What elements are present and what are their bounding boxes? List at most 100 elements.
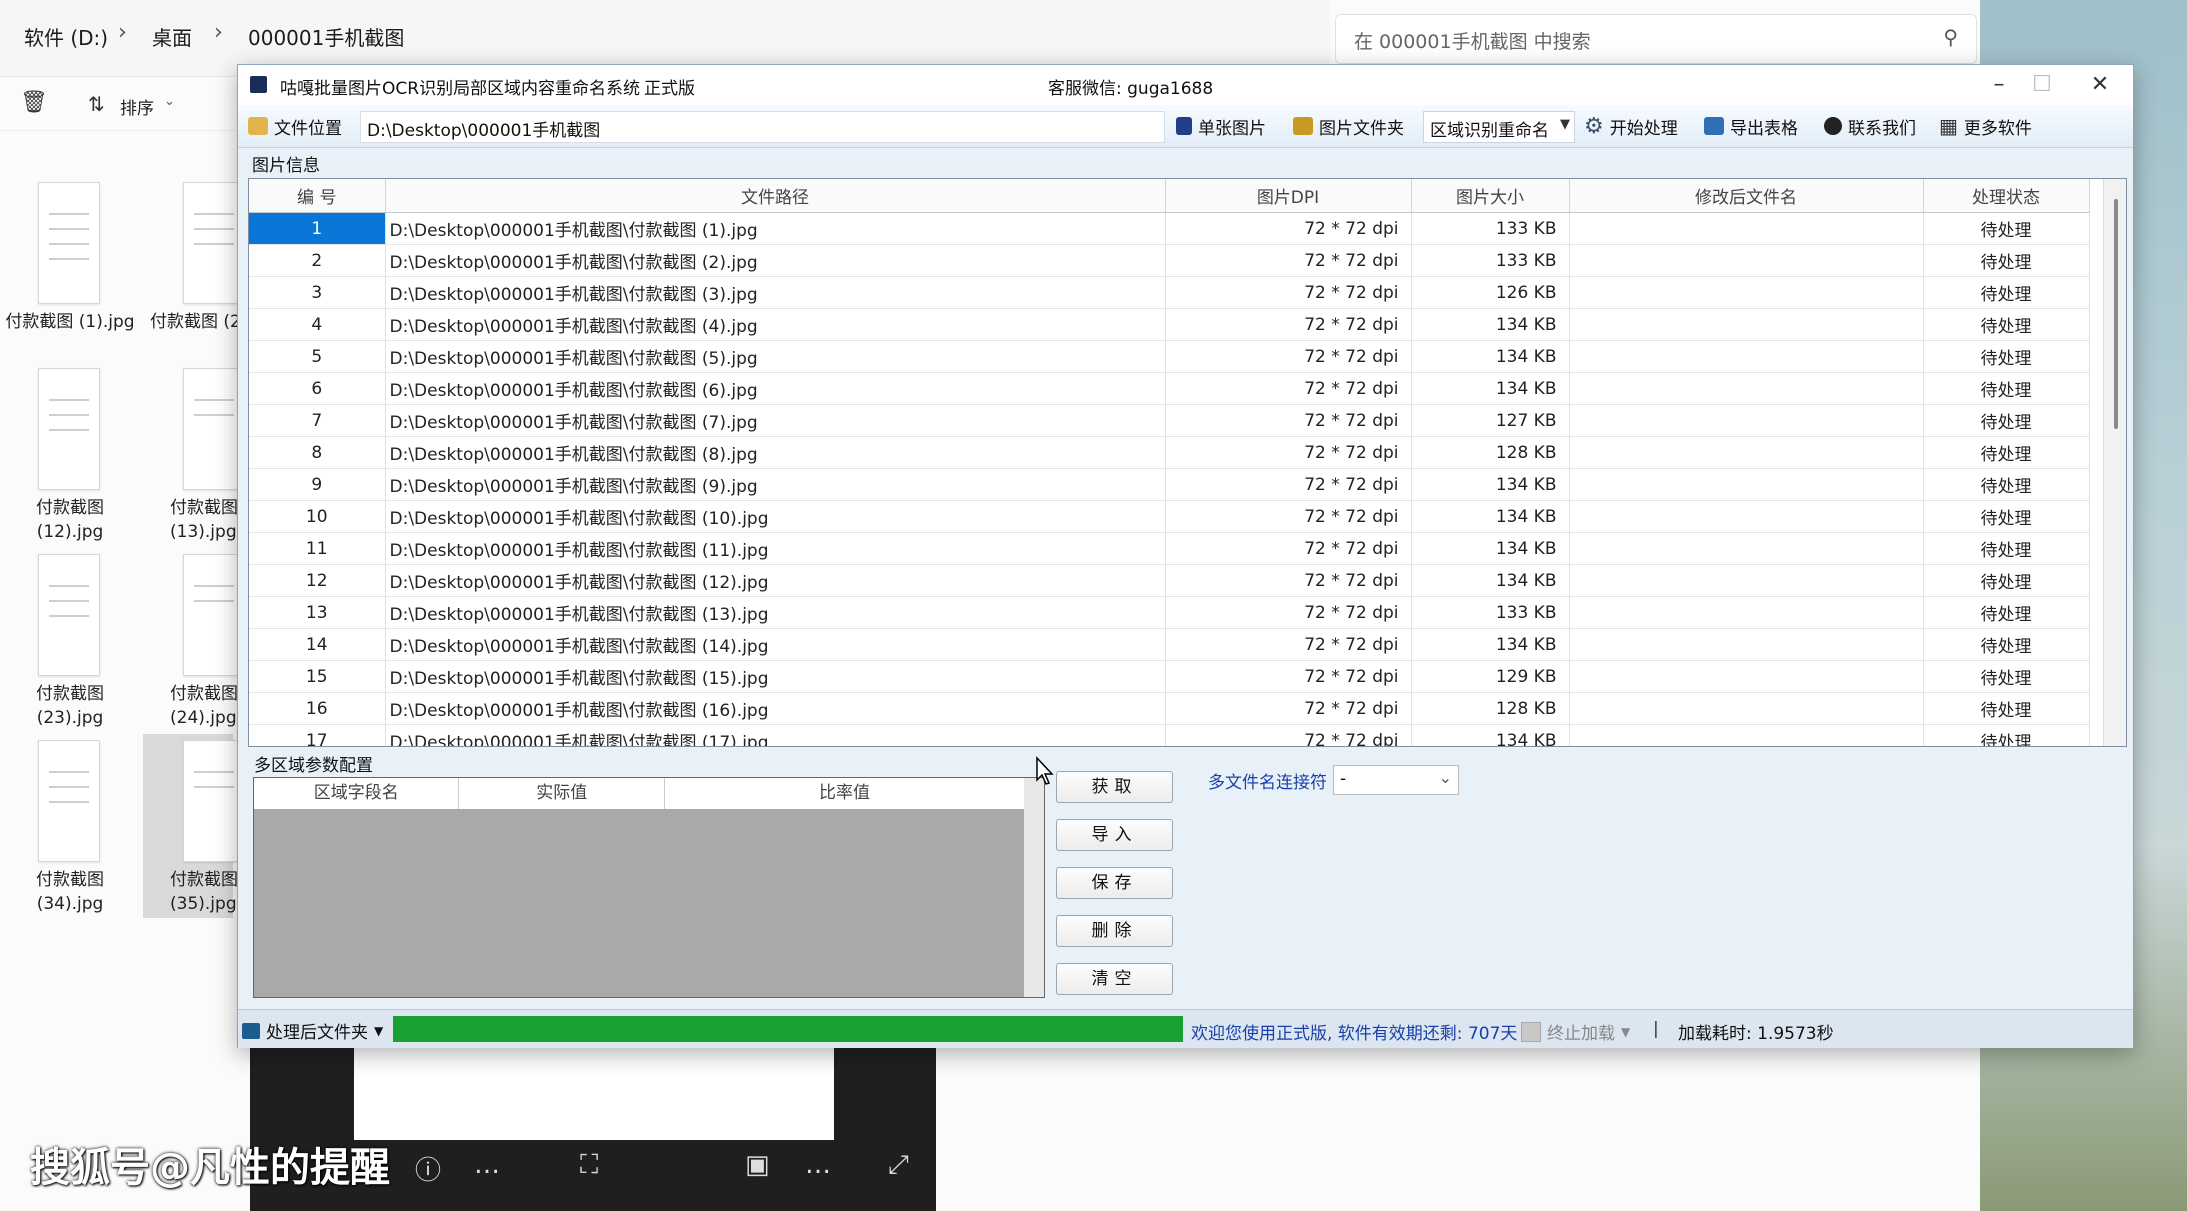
cell-new-name[interactable] (1569, 564, 1924, 597)
cell-new-name[interactable] (1569, 276, 1924, 309)
cell-path[interactable]: D:\Desktop\000001手机截图\付款截图 (5).jpg (385, 340, 1166, 373)
cell-dpi[interactable]: 72 * 72 dpi (1165, 468, 1412, 501)
cell-new-name[interactable] (1569, 372, 1924, 405)
cell-new-name[interactable] (1569, 308, 1924, 341)
cell-size[interactable]: 134 KB (1411, 468, 1570, 501)
cell-status[interactable]: 待处理 (1923, 628, 2090, 661)
cell-dpi[interactable]: 72 * 72 dpi (1165, 596, 1412, 629)
cell-path[interactable]: D:\Desktop\000001手机截图\付款截图 (15).jpg (385, 660, 1166, 693)
cell-id[interactable]: 4 (249, 308, 386, 341)
file-thumbnail[interactable] (183, 740, 245, 862)
file-name[interactable]: 付款截图 (12).jpg (10, 496, 130, 544)
cell-dpi[interactable]: 72 * 72 dpi (1165, 244, 1412, 277)
cell-id[interactable]: 3 (249, 276, 386, 309)
delete-icon[interactable]: 🗑 (20, 90, 48, 115)
cell-dpi[interactable]: 72 * 72 dpi (1165, 212, 1412, 245)
table-row[interactable]: 17 D:\Desktop\000001手机截图\付款截图 (17).jpg 72 … (249, 724, 2090, 746)
table-row[interactable]: 8 D:\Desktop\000001手机截图\付款截图 (8).jpg 72 * … (249, 436, 2090, 469)
cell-size[interactable]: 128 KB (1411, 692, 1570, 725)
cell-id[interactable]: 7 (249, 404, 386, 437)
single-image-button[interactable]: 单张图片 (1176, 113, 1266, 139)
sort-button[interactable]: 排序 (120, 94, 154, 119)
cell-size[interactable]: 134 KB (1411, 500, 1570, 533)
cell-new-name[interactable] (1569, 340, 1924, 373)
cell-new-name[interactable] (1569, 244, 1924, 277)
cell-new-name[interactable] (1569, 692, 1924, 725)
file-thumbnail[interactable] (38, 368, 100, 490)
maximize-icon[interactable]: ☐ (2018, 69, 2066, 101)
cell-status[interactable]: 待处理 (1923, 404, 2090, 437)
cell-size[interactable]: 133 KB (1411, 212, 1570, 245)
col-header-new-name[interactable]: 修改后文件名 (1569, 179, 1924, 213)
cell-status[interactable]: 待处理 (1923, 340, 2090, 373)
cell-path[interactable]: D:\Desktop\000001手机截图\付款截图 (11).jpg (385, 532, 1166, 565)
close-icon[interactable]: ✕ (2076, 69, 2124, 101)
region-scrollbar[interactable] (1024, 778, 1044, 997)
table-scrollbar-thumb[interactable] (2114, 199, 2118, 429)
image-table[interactable]: 编 号 文件路径 图片DPI 图片大小 修改后文件名 处理状态 1 D:\Desk… (248, 178, 2127, 747)
cell-dpi[interactable]: 72 * 72 dpi (1165, 276, 1412, 309)
cell-dpi[interactable]: 72 * 72 dpi (1165, 372, 1412, 405)
table-row[interactable]: 4 D:\Desktop\000001手机截图\付款截图 (4).jpg 72 * … (249, 308, 2090, 341)
cell-size[interactable]: 126 KB (1411, 276, 1570, 309)
table-row[interactable]: 3 D:\Desktop\000001手机截图\付款截图 (3).jpg 72 * … (249, 276, 2090, 309)
cell-id[interactable]: 8 (249, 436, 386, 469)
table-row[interactable]: 15 D:\Desktop\000001手机截图\付款截图 (15).jpg 72 … (249, 660, 2090, 693)
cell-status[interactable]: 待处理 (1923, 468, 2090, 501)
cell-path[interactable]: D:\Desktop\000001手机截图\付款截图 (17).jpg (385, 724, 1166, 746)
cell-dpi[interactable]: 72 * 72 dpi (1165, 724, 1412, 746)
cell-id[interactable]: 12 (249, 564, 386, 597)
cell-path[interactable]: D:\Desktop\000001手机截图\付款截图 (12).jpg (385, 564, 1166, 597)
cell-id[interactable]: 6 (249, 372, 386, 405)
expand-icon[interactable]: ⤢ (888, 1150, 909, 1181)
file-thumbnail[interactable] (183, 368, 245, 490)
table-row[interactable]: 9 D:\Desktop\000001手机截图\付款截图 (9).jpg 72 * … (249, 468, 2090, 501)
cell-id[interactable]: 13 (249, 596, 386, 629)
region-config-table[interactable]: 区域字段名 实际值 比率值 (253, 777, 1045, 998)
minimize-icon[interactable]: – (1975, 69, 2023, 101)
cell-new-name[interactable] (1569, 532, 1924, 565)
table-row[interactable]: 10 D:\Desktop\000001手机截图\付款截图 (10).jpg 72 … (249, 500, 2090, 533)
cell-id[interactable]: 5 (249, 340, 386, 373)
cell-status[interactable]: 待处理 (1923, 724, 2090, 746)
get-button[interactable]: 获取 (1056, 771, 1173, 803)
cell-status[interactable]: 待处理 (1923, 596, 2090, 629)
import-button[interactable]: 导入 (1056, 819, 1173, 851)
region-col-field[interactable]: 区域字段名 (254, 778, 460, 809)
info-icon[interactable]: ⓘ (415, 1150, 441, 1187)
cell-new-name[interactable] (1569, 500, 1924, 533)
cell-id[interactable]: 16 (249, 692, 386, 725)
cell-id[interactable]: 1 (249, 212, 386, 245)
cell-dpi[interactable]: 72 * 72 dpi (1165, 692, 1412, 725)
clear-button[interactable]: 清空 (1056, 963, 1173, 995)
cell-status[interactable]: 待处理 (1923, 212, 2090, 245)
cell-dpi[interactable]: 72 * 72 dpi (1165, 500, 1412, 533)
cell-dpi[interactable]: 72 * 72 dpi (1165, 308, 1412, 341)
cell-status[interactable]: 待处理 (1923, 532, 2090, 565)
cell-size[interactable]: 134 KB (1411, 564, 1570, 597)
region-col-ratio[interactable]: 比率值 (665, 778, 1024, 809)
cell-id[interactable]: 9 (249, 468, 386, 501)
cell-path[interactable]: D:\Desktop\000001手机截图\付款截图 (1).jpg (385, 212, 1166, 245)
cell-size[interactable]: 127 KB (1411, 404, 1570, 437)
cell-new-name[interactable] (1569, 212, 1924, 245)
cell-path[interactable]: D:\Desktop\000001手机截图\付款截图 (16).jpg (385, 692, 1166, 725)
table-row[interactable]: 14 D:\Desktop\000001手机截图\付款截图 (14).jpg 72 … (249, 628, 2090, 661)
table-row[interactable]: 11 D:\Desktop\000001手机截图\付款截图 (11).jpg 72 … (249, 532, 2090, 565)
cell-status[interactable]: 待处理 (1923, 500, 2090, 533)
cell-dpi[interactable]: 72 * 72 dpi (1165, 660, 1412, 693)
cell-size[interactable]: 133 KB (1411, 244, 1570, 277)
file-name[interactable]: 付款截图 (23).jpg (10, 682, 130, 730)
cell-path[interactable]: D:\Desktop\000001手机截图\付款截图 (14).jpg (385, 628, 1166, 661)
save-button[interactable]: 保存 (1056, 867, 1173, 899)
cell-dpi[interactable]: 72 * 72 dpi (1165, 404, 1412, 437)
cell-path[interactable]: D:\Desktop\000001手机截图\付款截图 (6).jpg (385, 372, 1166, 405)
export-button[interactable]: 导出表格 (1704, 113, 1798, 139)
cell-new-name[interactable] (1569, 596, 1924, 629)
cell-size[interactable]: 134 KB (1411, 372, 1570, 405)
table-row[interactable]: 5 D:\Desktop\000001手机截图\付款截图 (5).jpg 72 * … (249, 340, 2090, 373)
search-input[interactable]: 在 000001手机截图 中搜索 ⚲ (1335, 14, 1977, 64)
screen-icon[interactable]: ▣ (745, 1150, 770, 1180)
cell-status[interactable]: 待处理 (1923, 660, 2090, 693)
cell-path[interactable]: D:\Desktop\000001手机截图\付款截图 (2).jpg (385, 244, 1166, 277)
